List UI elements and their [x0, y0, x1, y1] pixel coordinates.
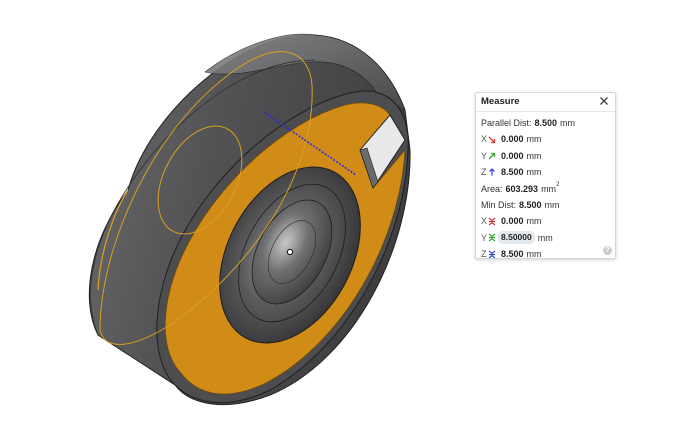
- y-axis-arrow-icon: [488, 152, 496, 160]
- measure-panel-header: Measure: [476, 93, 615, 112]
- min-dist-label: Min Dist:: [481, 199, 517, 210]
- area-row: Area: 603.293 mm2: [481, 181, 615, 197]
- min-dist-row: Min Dist: 8.500 mm: [481, 197, 615, 213]
- panel-title: Measure: [481, 96, 520, 107]
- min-x-value[interactable]: 0.000: [501, 213, 524, 229]
- area-unit-text: mm: [541, 183, 557, 194]
- min-axis-z-label: Z: [481, 249, 487, 260]
- hub-center-point[interactable]: [286, 248, 294, 256]
- min-x-unit: mm: [526, 216, 542, 227]
- z-axis-double-arrow-icon: [488, 250, 495, 259]
- min-x-row: X 0.000 mm: [481, 213, 615, 229]
- min-axis-x-label: X: [481, 216, 488, 227]
- min-z-unit: mm: [526, 249, 542, 260]
- parallel-y-value[interactable]: 0.000: [501, 148, 524, 164]
- part-model[interactable]: [88, 33, 411, 406]
- parallel-x-unit: mm: [526, 134, 542, 145]
- min-z-value[interactable]: 8.500: [501, 246, 524, 262]
- parallel-dist-row: Parallel Dist: 8.500 mm: [481, 115, 615, 131]
- parallel-x-row: X 0.000 mm: [481, 131, 615, 147]
- axis-x-label: X: [481, 134, 488, 145]
- area-value[interactable]: 603.293: [506, 181, 539, 197]
- close-icon[interactable]: [597, 94, 611, 108]
- parallel-z-row: Z 8.500 mm: [481, 164, 615, 180]
- min-y-row: Y 8.50000 mm: [481, 230, 615, 246]
- min-y-value-field[interactable]: 8.50000: [498, 231, 535, 245]
- help-icon[interactable]: ?: [603, 246, 612, 255]
- parallel-z-value[interactable]: 8.500: [501, 164, 524, 180]
- parallel-dist-value[interactable]: 8.500: [535, 115, 558, 131]
- measure-panel: Measure Parallel Dist: 8.500 mm X 0.000 …: [475, 92, 616, 259]
- parallel-y-row: Y 0.000 mm: [481, 148, 615, 164]
- area-unit-sup: 2: [556, 181, 560, 188]
- x-axis-double-arrow-icon: [488, 217, 496, 226]
- min-y-unit: mm: [537, 232, 553, 243]
- area-label: Area:: [481, 183, 503, 194]
- min-axis-y-label: Y: [481, 232, 488, 243]
- x-axis-arrow-icon: [488, 136, 496, 143]
- area-unit: mm2: [541, 181, 559, 197]
- z-axis-arrow-icon: [488, 168, 495, 176]
- parallel-z-unit: mm: [526, 167, 542, 178]
- measure-panel-body: Parallel Dist: 8.500 mm X 0.000 mm Y 0.0…: [476, 112, 615, 263]
- parallel-y-unit: mm: [526, 150, 542, 161]
- axis-y-label: Y: [481, 150, 488, 161]
- y-axis-double-arrow-icon: [488, 233, 496, 242]
- parallel-dist-unit: mm: [560, 118, 576, 128]
- parallel-x-value[interactable]: 0.000: [501, 131, 524, 147]
- min-z-row: Z 8.500 mm: [481, 246, 615, 262]
- min-dist-unit: mm: [544, 199, 560, 210]
- axis-z-label: Z: [481, 167, 487, 178]
- parallel-dist-label: Parallel Dist:: [481, 118, 532, 128]
- min-dist-value[interactable]: 8.500: [519, 197, 542, 213]
